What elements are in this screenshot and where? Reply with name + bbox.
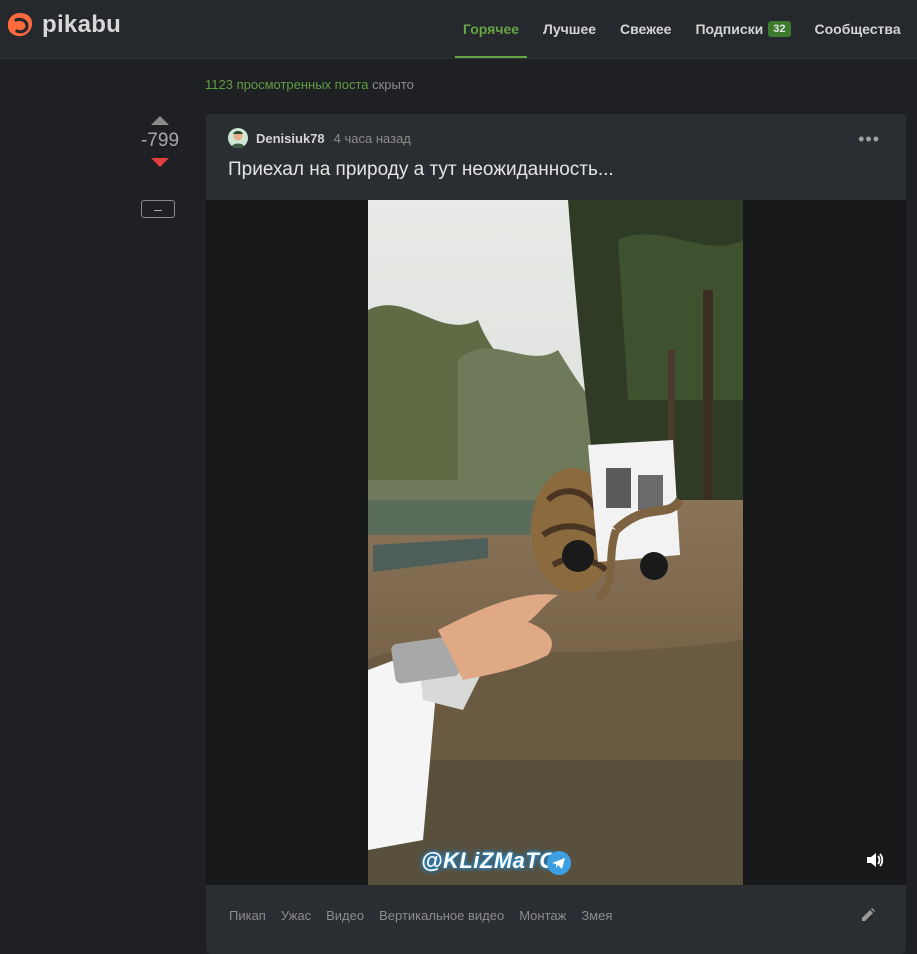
nav-communities-label: Сообщества [815, 21, 901, 37]
post-rating: -799 [138, 130, 182, 152]
pikabu-logo-icon [6, 11, 34, 39]
post-card: Denisiuk78 4 часа назад ••• Приехал на п… [206, 114, 906, 954]
nav-subscriptions-label: Подписки [695, 21, 763, 37]
arrow-up-icon[interactable] [151, 116, 169, 125]
nav-subscriptions[interactable]: Подписки 32 [687, 0, 798, 58]
nav-communities[interactable]: Сообщества [807, 0, 909, 58]
hidden-posts-notice: 1123 просмотренных поста скрыто [205, 77, 414, 92]
video-player[interactable]: @KLiZMaTG [206, 200, 906, 885]
tag-video[interactable]: Видео [326, 908, 364, 923]
tag-pickup[interactable]: Пикап [229, 908, 266, 923]
top-header: pikabu Горячее Лучшее Свежее Подписки 32… [0, 0, 917, 59]
author-name[interactable]: Denisiuk78 [256, 131, 325, 146]
tag-horror[interactable]: Ужас [281, 908, 311, 923]
video-watermark: @KLiZMaTG [421, 848, 557, 874]
collapse-post-button[interactable]: – [141, 200, 175, 218]
tag-vertical-video[interactable]: Вертикальное видео [379, 908, 504, 923]
video-frame [368, 200, 743, 885]
post-title[interactable]: Приехал на природу а тут неожиданность..… [228, 159, 614, 181]
tag-snake[interactable]: Змея [581, 908, 612, 923]
logo[interactable]: pikabu [6, 11, 121, 39]
logo-text: pikabu [42, 11, 121, 39]
telegram-icon [547, 851, 571, 875]
nav-best-label: Лучшее [543, 21, 596, 37]
main-nav: Горячее Лучшее Свежее Подписки 32 Сообще… [455, 0, 917, 58]
tag-montage[interactable]: Монтаж [519, 908, 566, 923]
hidden-posts-link[interactable]: 1123 просмотренных поста [205, 77, 368, 92]
hidden-posts-text: скрыто [372, 77, 414, 92]
post-author-row: Denisiuk78 4 часа назад [228, 128, 411, 148]
pencil-icon[interactable] [860, 907, 876, 923]
arrow-down-icon[interactable] [151, 158, 169, 167]
nav-hot[interactable]: Горячее [455, 0, 527, 58]
nav-best[interactable]: Лучшее [535, 0, 604, 58]
nav-fresh-label: Свежее [620, 21, 671, 37]
nav-fresh[interactable]: Свежее [612, 0, 679, 58]
avatar[interactable] [228, 128, 248, 148]
subscriptions-count-badge: 32 [768, 21, 790, 37]
vote-panel: -799 [138, 112, 182, 167]
more-dots-icon[interactable]: ••• [858, 129, 880, 150]
post-time: 4 часа назад [334, 131, 411, 146]
volume-icon[interactable] [864, 850, 884, 870]
nav-hot-label: Горячее [463, 21, 519, 37]
post-tags: Пикап Ужас Видео Вертикальное видео Монт… [229, 908, 627, 923]
